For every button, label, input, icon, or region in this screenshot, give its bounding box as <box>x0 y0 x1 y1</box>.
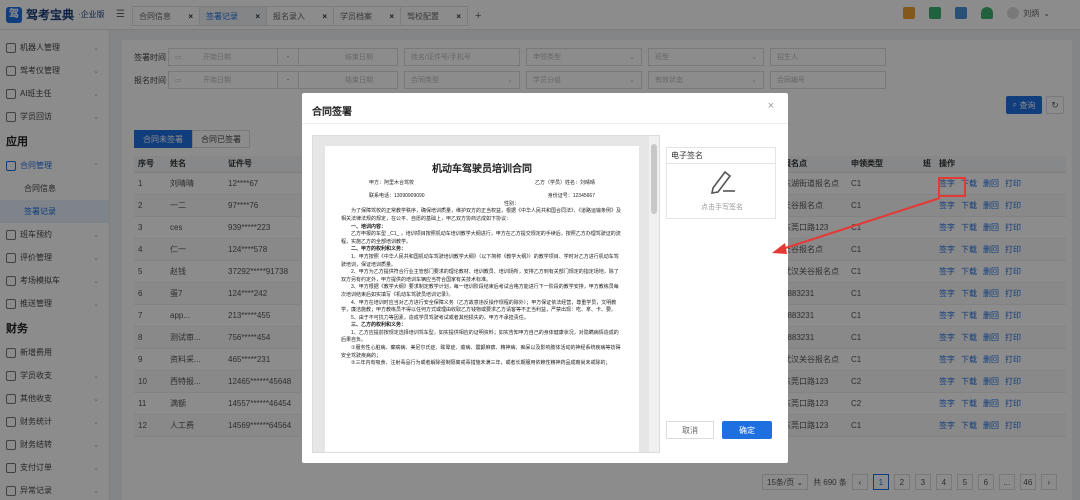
signature-label: 电子签名 <box>667 148 775 164</box>
contract-paragraph: 1、甲方按照《中华人民共和国机动车驾驶培训教学大纲》（以下简称《教学大纲》）的教… <box>341 253 619 268</box>
divider <box>302 123 788 124</box>
scrollbar[interactable] <box>649 136 659 452</box>
confirm-button[interactable]: 确定 <box>722 421 772 439</box>
contract-paragraph: 1、乙方应提前按规定选择培训驾车型，如实提供相应的证明资料；如实告知甲方自己的身… <box>341 329 619 344</box>
contract-page: 机动车驾驶员培训合同 甲方：阿里木合驾校 乙方（学员）姓名：刘晴晴 联系电话：13… <box>325 146 639 452</box>
party-a: 甲方：阿里木合驾校 <box>369 179 415 186</box>
highlight-box <box>938 177 966 197</box>
contract-paragraph: ①服务性心脏病、癫痫病、美尼尔氏症、眩晕症、癔病、震颤麻痹、精神病、痴呆以及影响… <box>341 345 621 359</box>
cancel-button[interactable]: 取消 <box>666 421 714 439</box>
contract-paragraph: 4、甲方在培训时应当对乙方进行安全保障义务（乙方故意违反操作规程的除外）；甲方保… <box>341 299 617 314</box>
scrollbar-thumb[interactable] <box>651 144 657 214</box>
contract-sign-modal: 合同签署 × 机动车驾驶员培训合同 甲方：阿里木合驾校 乙方（学员）姓名：刘晴晴 … <box>302 93 788 463</box>
contract-paragraph: 为了保障驾校的正常教学秩序，确保培训质量，维护双方的正当权益，根据《中华人民共和… <box>341 208 622 222</box>
signature-box[interactable]: 电子签名 点击手写签名 <box>666 147 776 219</box>
contract-paragraph: 2、甲方为乙方提供符合行业主管部门要求的理论教材、培训教员、培训场所，安排乙方到… <box>341 269 619 283</box>
modal-title: 合同签署 <box>312 107 352 118</box>
id-number: 身份证号：12345667 <box>547 193 595 200</box>
contract-paragraph: 乙方申报的车型 _C1_ ，培训项目按照机动车培训教学大纲进行，甲方在乙方提交规… <box>341 231 621 245</box>
contract-heading: 三、乙方的权利和义务： <box>351 322 407 329</box>
party-b: 乙方（学员）姓名：刘晴晴 <box>534 179 595 186</box>
contract-preview[interactable]: 机动车驾驶员培训合同 甲方：阿里木合驾校 乙方（学员）姓名：刘晴晴 联系电话：13… <box>312 135 660 453</box>
contract-paragraph: ②三年内有吸食、注射毒品行为或者解除强制隔离戒毒措施未满三年，或者长期服用依赖性… <box>351 360 611 367</box>
signature-hint: 点击手写签名 <box>701 204 743 211</box>
contract-title: 机动车驾驶员培训合同 <box>432 164 532 175</box>
contract-heading: 二、甲方的权利和义务： <box>351 246 407 253</box>
contact-phone: 联系电话：13090909090 <box>369 193 425 200</box>
close-icon[interactable]: × <box>768 100 774 112</box>
pen-icon <box>710 170 735 194</box>
contract-paragraph: 3、甲方根据《教学大纲》要求制定教学计划，每一培训阶段结束后考试合格方能进行下一… <box>341 284 619 298</box>
